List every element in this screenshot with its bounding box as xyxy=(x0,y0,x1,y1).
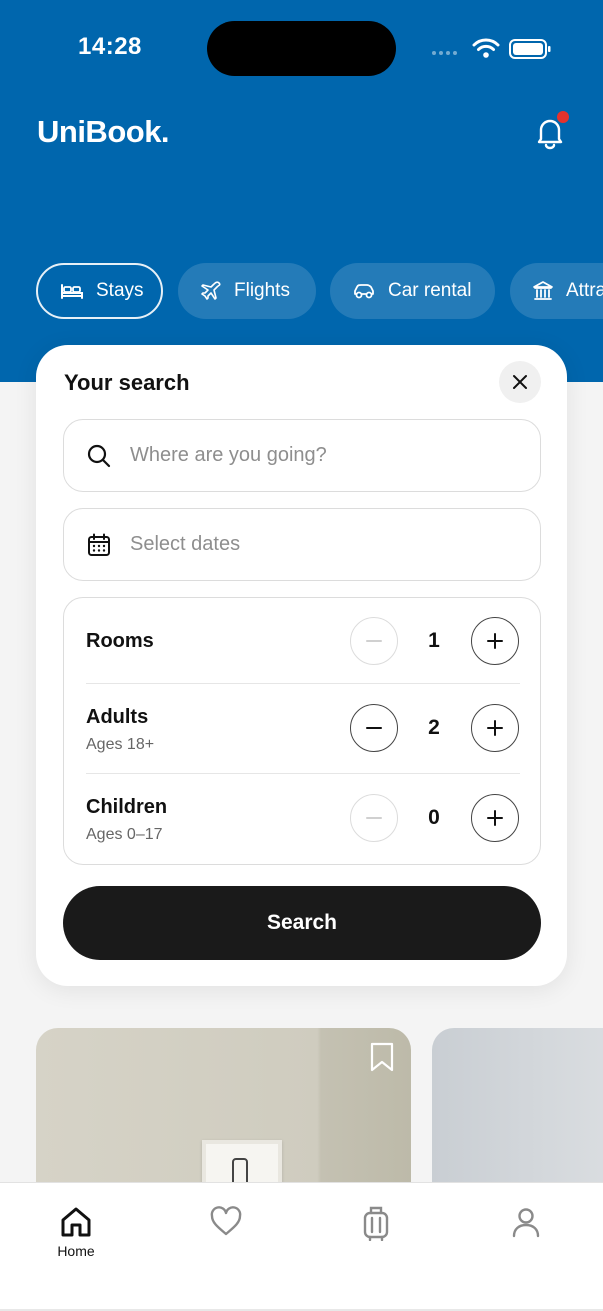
adults-increment-button[interactable] xyxy=(471,704,519,752)
nav-label: Home xyxy=(57,1243,95,1259)
status-bar: 14:28 xyxy=(0,0,603,96)
counter-label: Adults xyxy=(86,706,149,728)
bottom-nav: Home xyxy=(0,1182,603,1311)
minus-icon xyxy=(366,817,382,819)
counter-label: Rooms xyxy=(86,630,154,652)
dates-placeholder: Select dates xyxy=(130,533,241,555)
status-time: 14:28 xyxy=(78,33,142,60)
wifi-icon xyxy=(472,38,500,58)
home-icon xyxy=(61,1207,91,1237)
close-icon xyxy=(513,375,527,389)
children-value: 0 xyxy=(428,806,440,829)
tab-flights[interactable]: Flights xyxy=(178,263,316,319)
app-header: 14:28 UniBook. Stays Flights Car rental … xyxy=(0,0,603,382)
rooms-value: 1 xyxy=(428,629,440,652)
counter-label: Children xyxy=(86,796,168,818)
adults-counter: Adults Ages 18+ 2 xyxy=(86,684,520,774)
user-icon xyxy=(512,1208,540,1238)
bed-icon xyxy=(61,284,83,299)
counter-sublabel: Ages 18+ xyxy=(86,736,155,753)
search-button[interactable]: Search xyxy=(63,886,541,960)
nav-item-favorites[interactable] xyxy=(186,1205,266,1239)
adults-decrement-button[interactable] xyxy=(350,704,398,752)
children-counter: Children Ages 0–17 0 xyxy=(86,774,520,864)
plus-icon xyxy=(487,720,503,736)
children-decrement-button[interactable] xyxy=(350,794,398,842)
nav-item-home[interactable]: Home xyxy=(36,1205,116,1259)
tab-car-rental[interactable]: Car rental xyxy=(330,263,495,319)
tab-label: Flights xyxy=(234,280,290,301)
minus-icon xyxy=(366,640,382,642)
rooms-increment-button[interactable] xyxy=(471,617,519,665)
adults-value: 2 xyxy=(428,716,440,739)
occupancy-counters: Rooms 1 Adults Ages 18+ 2 Children Ages … xyxy=(63,597,541,865)
plane-icon xyxy=(201,281,221,300)
plus-icon xyxy=(487,810,503,826)
dates-input[interactable]: Select dates xyxy=(63,508,541,581)
tab-stays[interactable]: Stays xyxy=(36,263,163,319)
tab-attractions[interactable]: Attra xyxy=(510,263,603,319)
minus-icon xyxy=(366,727,382,729)
rooms-decrement-button[interactable] xyxy=(350,617,398,665)
nav-item-profile[interactable] xyxy=(486,1205,566,1239)
dynamic-island xyxy=(207,21,396,76)
heart-icon xyxy=(210,1206,242,1236)
notification-badge xyxy=(557,111,569,123)
destination-placeholder: Where are you going? xyxy=(130,444,327,466)
plus-icon xyxy=(487,633,503,649)
close-button[interactable] xyxy=(499,361,541,403)
signal-icon xyxy=(432,51,457,55)
search-card: Your search Where are you going? Select … xyxy=(36,345,567,986)
calendar-icon xyxy=(88,533,110,556)
car-icon xyxy=(354,284,374,299)
tab-label: Attra xyxy=(566,280,603,301)
search-icon xyxy=(87,444,111,467)
counter-sublabel: Ages 0–17 xyxy=(86,826,163,843)
children-increment-button[interactable] xyxy=(471,794,519,842)
app-logo: UniBook. xyxy=(37,114,170,149)
luggage-icon xyxy=(363,1206,389,1241)
museum-icon xyxy=(533,281,553,300)
bookmark-icon[interactable] xyxy=(369,1042,395,1072)
battery-icon xyxy=(509,39,551,59)
tab-label: Car rental xyxy=(388,280,472,301)
tab-label: Stays xyxy=(96,280,144,301)
category-tabs: Stays Flights Car rental Attra xyxy=(36,263,603,319)
search-card-title: Your search xyxy=(64,370,190,395)
destination-input[interactable]: Where are you going? xyxy=(63,419,541,492)
nav-item-trips[interactable] xyxy=(336,1205,416,1241)
rooms-counter: Rooms 1 xyxy=(86,598,520,684)
